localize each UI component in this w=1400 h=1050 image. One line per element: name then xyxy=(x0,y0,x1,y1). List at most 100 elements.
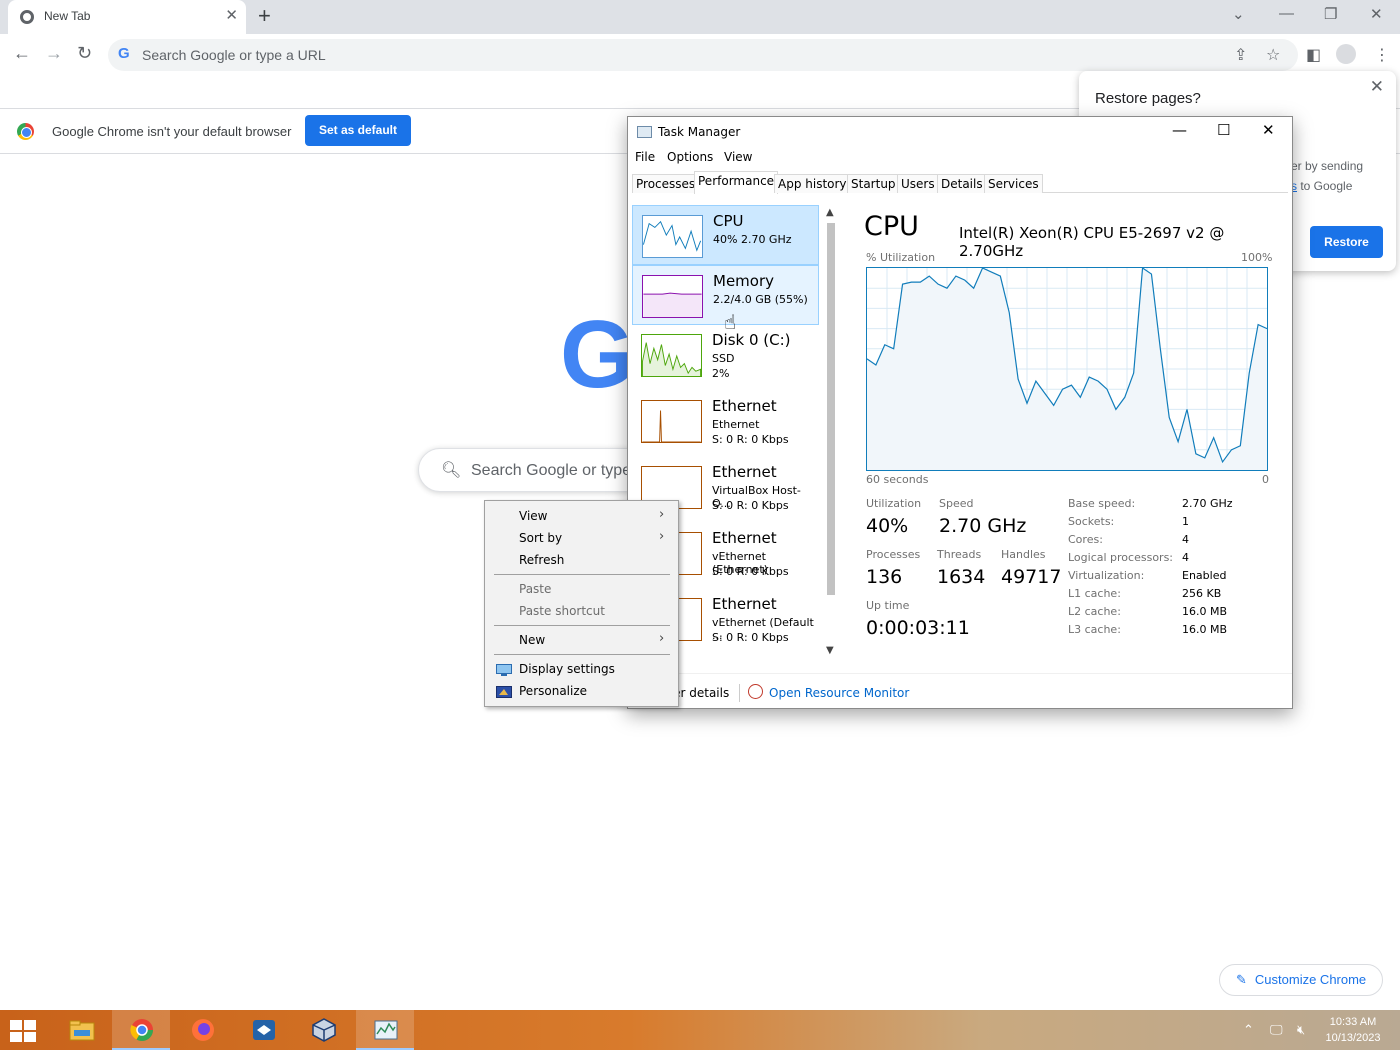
menu-item-new[interactable]: New xyxy=(519,633,545,647)
resource-sub: S: 0 R: 0 Kbps xyxy=(712,499,789,512)
menu-options[interactable]: Options xyxy=(667,150,713,164)
menu-separator xyxy=(494,625,670,626)
clock-time: 10:33 AM xyxy=(1329,1016,1377,1028)
spec-virtualization-value: Enabled xyxy=(1182,569,1227,582)
taskbar-firefox[interactable] xyxy=(173,1010,231,1050)
show-hidden-icons-icon[interactable]: ⌃ xyxy=(1243,1022,1254,1038)
menu-item-paste[interactable]: Paste xyxy=(519,582,551,596)
tab-details[interactable]: Details xyxy=(937,174,987,193)
tab-search-icon[interactable]: ⌄ xyxy=(1232,5,1245,23)
close-window-icon[interactable]: ✕ xyxy=(1370,5,1383,23)
spec-l2-cache-value: 16.0 MB xyxy=(1182,605,1228,618)
resource-name: Ethernet xyxy=(712,397,777,415)
set-as-default-button[interactable]: Set as default xyxy=(305,115,411,146)
task-manager-tabs: Processes Performance App history Startu… xyxy=(632,171,1288,194)
google-g-icon: G xyxy=(118,45,130,62)
resource-sub: S: 0 R: 0 Kbps xyxy=(712,433,789,446)
new-tab-icon[interactable]: + xyxy=(258,3,271,29)
resource-sub: 2.2/4.0 GB (55%) xyxy=(713,293,808,306)
menu-item-paste-shortcut[interactable]: Paste shortcut xyxy=(519,604,605,618)
tm-close-icon[interactable]: ✕ xyxy=(1262,121,1275,139)
spec-l1-cache-value: 256 KB xyxy=(1182,587,1222,600)
threads-label: Threads xyxy=(937,548,982,561)
time-axis-label: 60 seconds xyxy=(866,473,929,486)
back-icon[interactable]: ← xyxy=(13,43,31,64)
forward-icon[interactable]: → xyxy=(45,43,63,64)
task-manager-titlebar[interactable]: Task Manager — ☐ ✕ xyxy=(628,117,1292,147)
spec-virtualization-label: Virtualization: xyxy=(1068,569,1145,582)
tab-close-icon[interactable]: ✕ xyxy=(225,6,238,24)
submenu-arrow-icon: › xyxy=(659,631,665,646)
task-manager-icon xyxy=(374,1020,398,1040)
volume-muted-icon[interactable]: 🔇︎ xyxy=(1297,1022,1305,1038)
restore-button[interactable]: Restore xyxy=(1310,226,1383,258)
network-icon[interactable]: 🖵︎ xyxy=(1270,1022,1283,1038)
speed-value: 2.70 GHz xyxy=(939,515,1027,537)
resource-sub: 40% 2.70 GHz xyxy=(713,233,792,246)
customize-chrome-button[interactable]: ✎ Customize Chrome xyxy=(1219,964,1383,996)
taskbar-task-manager[interactable] xyxy=(356,1010,414,1050)
tab-performance[interactable]: Performance xyxy=(694,171,779,194)
resource-list-scrollbar[interactable]: ▲ ▼ xyxy=(825,207,837,663)
resource-sub: S: 0 R: 0 Kbps xyxy=(712,631,789,644)
scroll-up-icon[interactable]: ▲ xyxy=(826,207,834,218)
tab-new-tab[interactable]: New Tab ✕ xyxy=(8,0,246,34)
spec-cores-value: 4 xyxy=(1182,533,1189,546)
taskbar-virtualbox[interactable] xyxy=(294,1010,352,1050)
menu-item-display-settings[interactable]: Display settings xyxy=(519,662,615,676)
utilization-value: 40% xyxy=(866,515,909,537)
taskbar-clock[interactable]: 10:33 AM 10/13/2023 xyxy=(1322,1014,1384,1046)
memory-thumbnail-graph xyxy=(642,275,703,318)
tab-startup[interactable]: Startup xyxy=(847,174,900,193)
handles-label: Handles xyxy=(1001,548,1046,561)
restore-popup-close-icon[interactable]: ✕ xyxy=(1370,77,1384,97)
profile-avatar-icon[interactable] xyxy=(1336,44,1356,64)
chrome-favicon-icon xyxy=(20,10,34,24)
task-manager-title: Task Manager xyxy=(658,125,741,139)
share-icon[interactable]: ⇪ xyxy=(1234,45,1247,65)
omnibox[interactable]: G Search Google or type a URL xyxy=(108,39,1298,71)
menu-item-sort-by[interactable]: Sort by xyxy=(519,531,562,545)
handles-value: 49717 xyxy=(1001,566,1062,588)
restore-window-icon[interactable]: ❐ xyxy=(1324,5,1337,23)
utilization-max-label: 100% xyxy=(1241,251,1273,264)
taskbar-file-explorer[interactable] xyxy=(52,1010,110,1050)
tab-processes[interactable]: Processes xyxy=(632,174,700,193)
menu-item-view[interactable]: View xyxy=(519,509,547,523)
scrollbar-thumb[interactable] xyxy=(827,223,835,595)
spec-sockets-value: 1 xyxy=(1182,515,1189,528)
spec-l1-cache-label: L1 cache: xyxy=(1068,587,1121,600)
bookmark-star-icon[interactable]: ☆ xyxy=(1266,45,1280,65)
spec-l2-cache-label: L2 cache: xyxy=(1068,605,1121,618)
resource-sub: SSD xyxy=(712,352,735,365)
clock-date: 10/13/2023 xyxy=(1325,1032,1381,1044)
tab-app-history[interactable]: App history xyxy=(774,174,851,193)
resource-cpu[interactable]: CPU 40% 2.70 GHz xyxy=(632,205,819,265)
menu-separator xyxy=(494,654,670,655)
tm-minimize-icon[interactable]: — xyxy=(1172,121,1187,139)
minimize-icon[interactable]: — xyxy=(1279,5,1294,22)
tab-users[interactable]: Users xyxy=(897,174,939,193)
resource-sub: 2% xyxy=(712,367,730,380)
disk-thumbnail-graph xyxy=(641,334,702,377)
menu-item-refresh[interactable]: Refresh xyxy=(519,553,564,567)
taskbar-virtualbox-manager[interactable] xyxy=(234,1010,292,1050)
open-resource-monitor-link[interactable]: Open Resource Monitor xyxy=(769,686,909,700)
tm-maximize-icon[interactable]: ☐ xyxy=(1217,121,1230,139)
side-panel-icon[interactable]: ◧ xyxy=(1306,45,1321,65)
resource-monitor-icon xyxy=(748,684,763,699)
start-icon[interactable] xyxy=(10,1020,36,1042)
menu-view[interactable]: View xyxy=(724,150,752,164)
menu-file[interactable]: File xyxy=(635,150,655,164)
scroll-down-icon[interactable]: ▼ xyxy=(826,645,834,656)
more-menu-icon[interactable]: ⋮ xyxy=(1374,45,1390,65)
utilization-label: Utilization xyxy=(866,497,922,510)
resource-ethernet-1[interactable]: Ethernet Ethernet S: 0 R: 0 Kbps xyxy=(632,391,819,451)
taskbar-chrome[interactable] xyxy=(112,1010,170,1050)
display-settings-icon xyxy=(496,664,512,676)
hand-cursor-icon: ☝ xyxy=(724,312,737,334)
menu-item-personalize[interactable]: Personalize xyxy=(519,684,587,698)
tab-services[interactable]: Services xyxy=(984,174,1043,193)
reload-icon[interactable]: ↻ xyxy=(77,43,92,64)
cpu-thumbnail-graph xyxy=(642,215,703,258)
